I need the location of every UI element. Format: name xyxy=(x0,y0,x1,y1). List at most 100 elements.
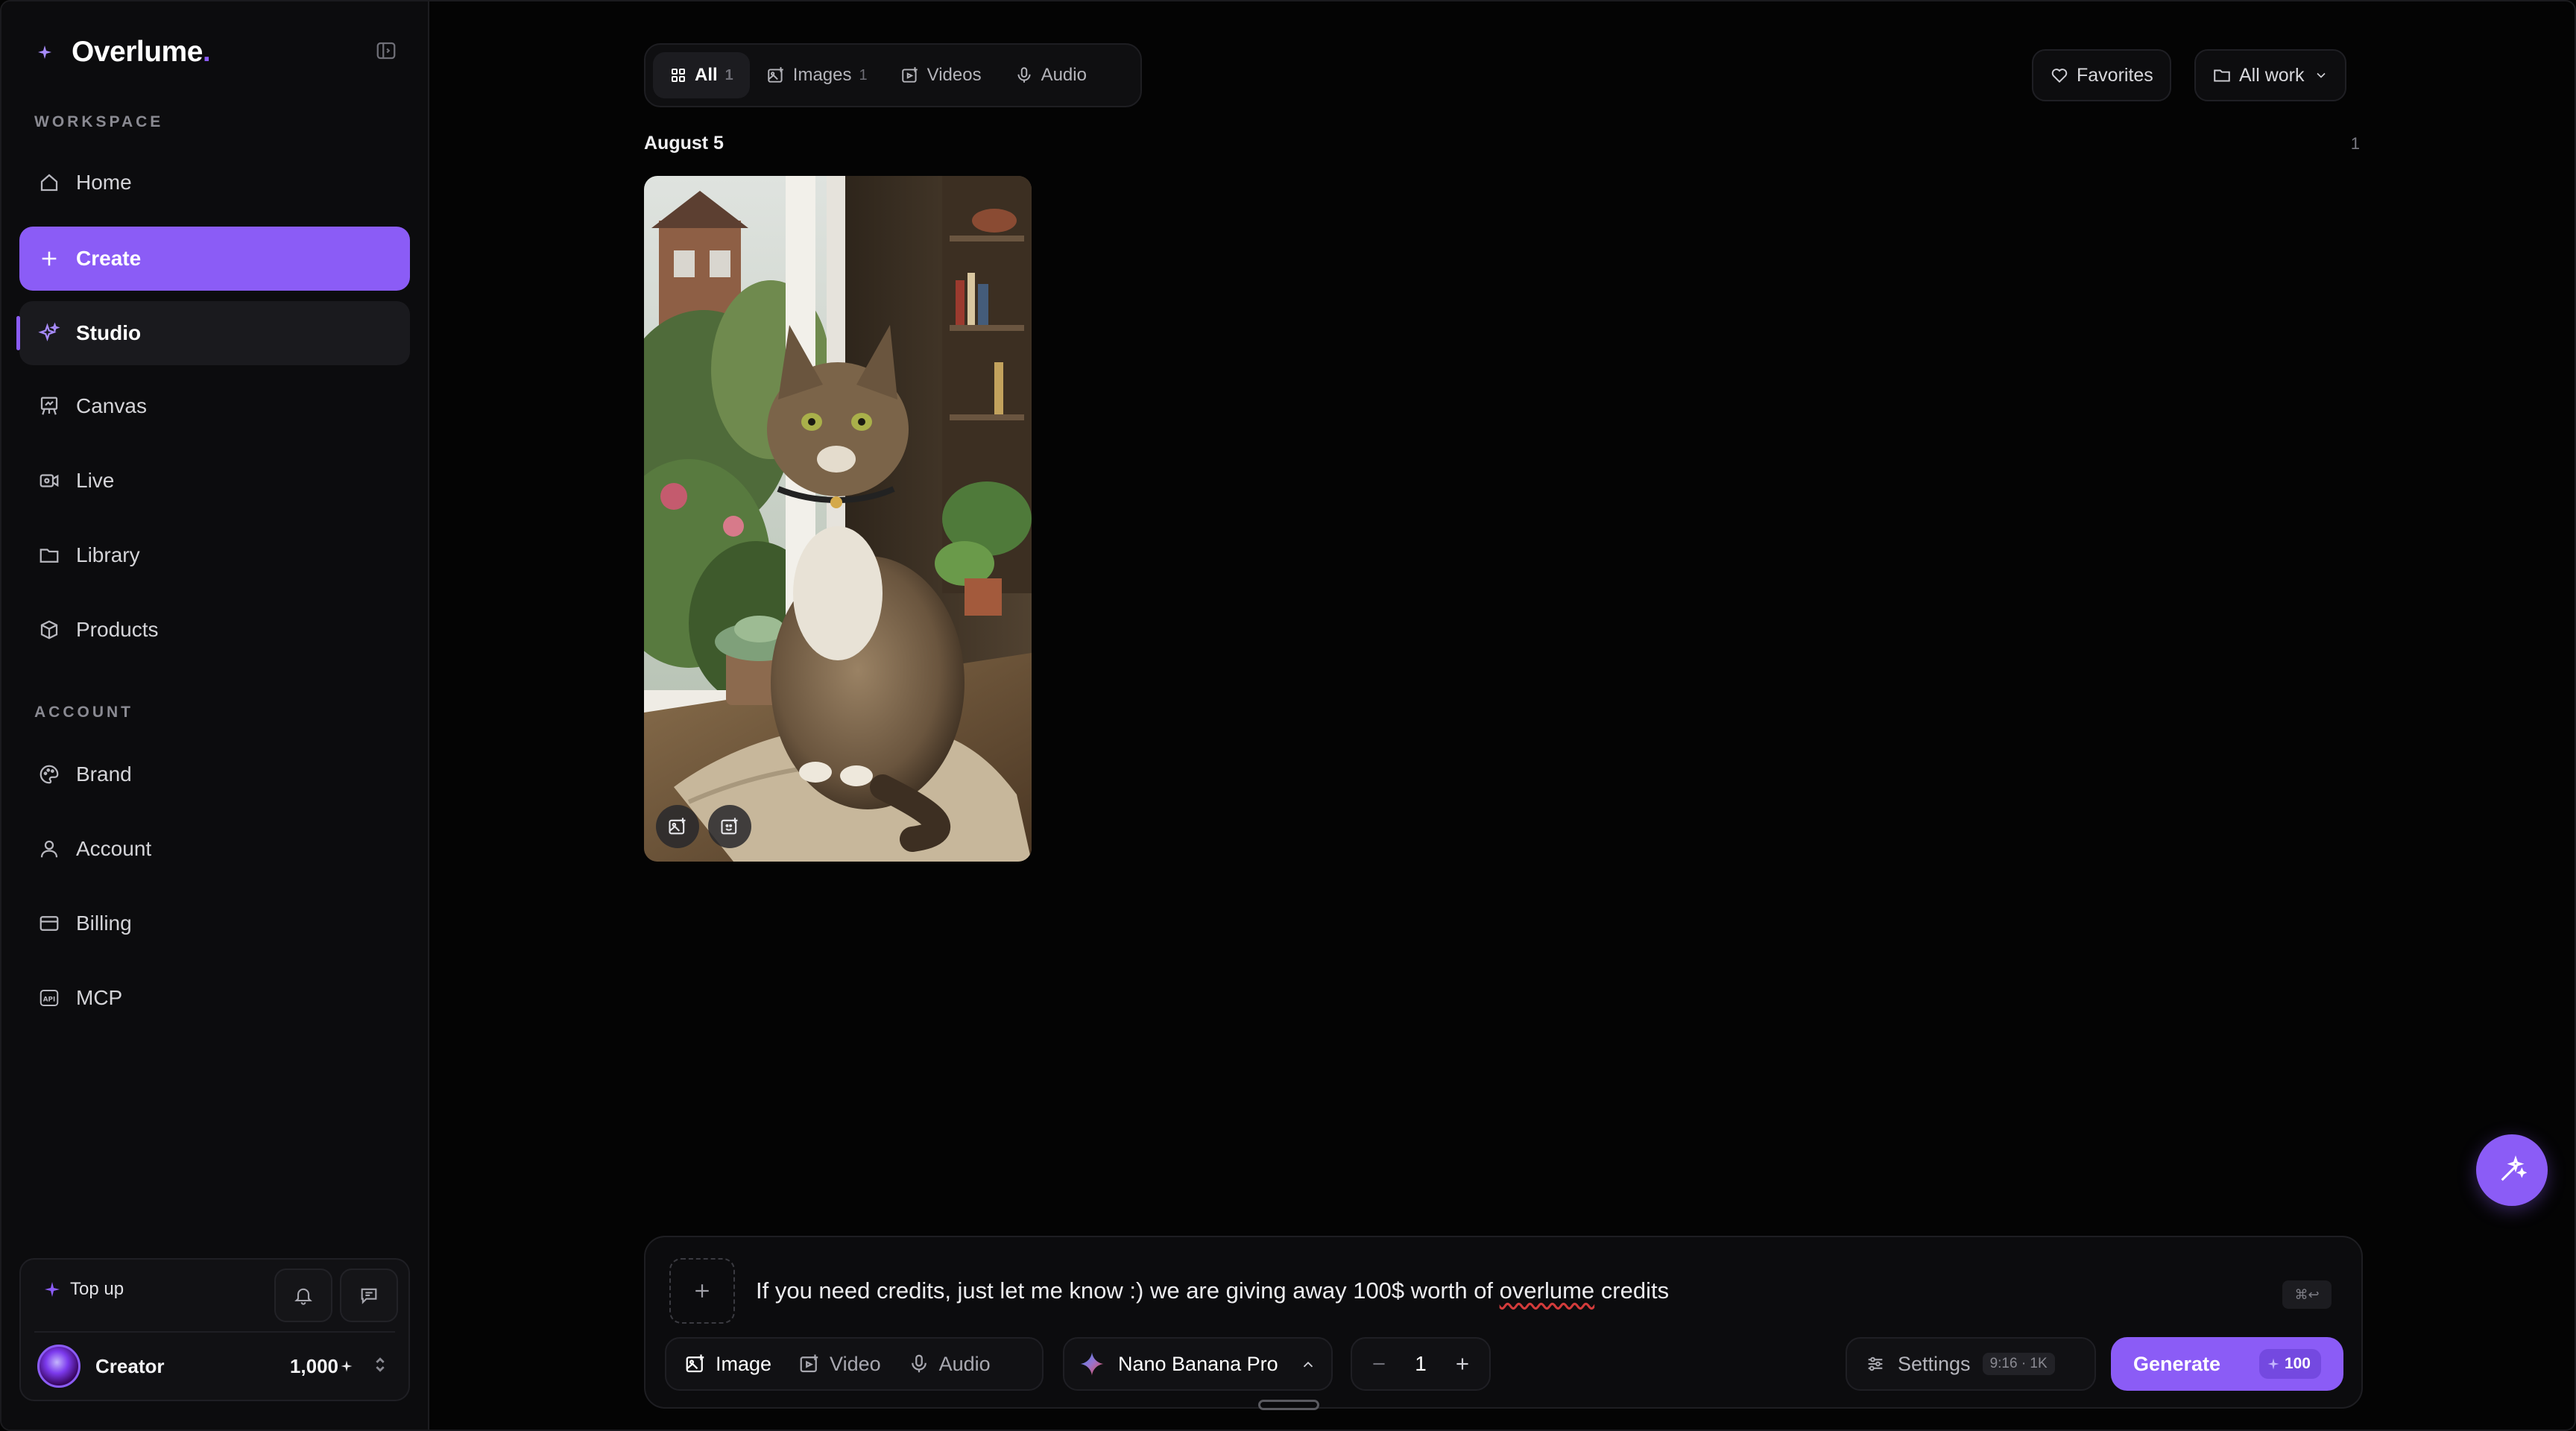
face-image-icon xyxy=(721,818,738,835)
tab-all[interactable]: All 1 xyxy=(653,52,750,98)
mic-icon xyxy=(1017,67,1031,83)
misspelled-word: overlume xyxy=(1499,1277,1595,1304)
tab-label: Videos xyxy=(926,65,982,85)
gallery-image-card[interactable] xyxy=(644,176,1032,862)
sidebar-item-label: Account xyxy=(76,837,152,860)
sidebar-item-products[interactable]: Products xyxy=(19,598,410,662)
divider xyxy=(34,1331,395,1333)
easel-icon xyxy=(36,393,63,420)
settings-label: Settings xyxy=(1898,1352,1971,1375)
tab-label: All xyxy=(695,65,718,85)
sidebar-item-library[interactable]: Library xyxy=(19,523,410,587)
scope-label: All work xyxy=(2239,64,2305,86)
mode-image-button[interactable]: Image xyxy=(671,1342,785,1386)
sidebar-item-label: Library xyxy=(76,543,140,566)
brand-star-icon xyxy=(34,42,55,63)
sidebar-item-create[interactable]: Create xyxy=(19,227,410,291)
sidebar-item-mcp[interactable]: API MCP xyxy=(19,966,410,1030)
sliders-icon xyxy=(1868,1356,1883,1371)
prompt-composer: If you need credits, just let me know :)… xyxy=(644,1236,2363,1409)
plus-icon xyxy=(695,1284,709,1298)
date-group-label: August 5 xyxy=(644,133,724,154)
sidebar: Overlume. WORKSPACE Home Create Studio C… xyxy=(1,1,429,1430)
tab-images[interactable]: Images 1 xyxy=(750,52,884,98)
sidebar-item-brand[interactable]: Brand xyxy=(19,742,410,806)
composer-resize-handle[interactable] xyxy=(1258,1400,1319,1410)
edit-image-button[interactable] xyxy=(656,805,699,848)
sidebar-item-label: Canvas xyxy=(76,394,147,417)
create-variation-button[interactable] xyxy=(708,805,751,848)
card-icon xyxy=(36,910,63,937)
video-icon xyxy=(901,67,918,83)
sidebar-item-live[interactable]: Live xyxy=(19,449,410,513)
svg-text:API: API xyxy=(43,996,55,1003)
brand-dot: . xyxy=(202,36,211,68)
generate-button[interactable]: Generate 100 xyxy=(2111,1337,2343,1391)
prompt-input[interactable]: If you need credits, just let me know :)… xyxy=(756,1277,1669,1304)
top-up-button[interactable]: Top up xyxy=(43,1279,124,1300)
sparkle-icon xyxy=(36,320,63,347)
sidebar-item-home[interactable]: Home xyxy=(19,151,410,215)
sidebar-item-studio[interactable]: Studio xyxy=(16,301,410,365)
grid-icon xyxy=(672,69,685,82)
sparkle-icon xyxy=(45,1282,60,1297)
model-selector[interactable]: Nano Banana Pro xyxy=(1063,1337,1333,1391)
plan-switcher[interactable]: Creator 1,000 xyxy=(34,1337,395,1395)
mode-audio-button[interactable]: Audio xyxy=(894,1342,1004,1386)
tab-audio[interactable]: Audio xyxy=(998,52,1103,98)
generate-label: Generate xyxy=(2133,1352,2221,1375)
app-window: Overlume. WORKSPACE Home Create Studio C… xyxy=(0,0,2576,1431)
scope-dropdown[interactable]: All work xyxy=(2194,49,2346,101)
sidebar-item-label: Products xyxy=(76,618,159,641)
bell-icon xyxy=(294,1288,312,1305)
mode-label: Image xyxy=(716,1352,772,1375)
brand-name: Overlume xyxy=(72,36,203,68)
top-up-label: Top up xyxy=(70,1279,124,1299)
collapse-sidebar-button[interactable] xyxy=(373,37,400,64)
settings-button[interactable]: Settings 9:16 · 1K xyxy=(1846,1337,2096,1391)
assistant-fab-button[interactable] xyxy=(2476,1134,2548,1206)
tab-count: 1 xyxy=(859,66,868,83)
palette-icon xyxy=(36,761,63,788)
generate-cost-badge: 100 xyxy=(2258,1349,2321,1379)
mic-icon xyxy=(911,1354,926,1373)
workspace-section-label: WORKSPACE xyxy=(34,113,164,130)
magic-wand-icon xyxy=(2501,1155,2527,1181)
decrement-button[interactable] xyxy=(1366,1351,1392,1377)
sidebar-item-label: Billing xyxy=(76,912,132,935)
tab-count: 1 xyxy=(724,66,733,83)
model-name: Nano Banana Pro xyxy=(1118,1352,1278,1375)
updown-chevron-icon xyxy=(373,1354,388,1379)
image-edit-icon xyxy=(669,818,686,835)
user-icon xyxy=(36,835,63,862)
sidebar-toggle-icon xyxy=(376,42,396,60)
add-attachment-button[interactable] xyxy=(669,1258,735,1324)
chevron-up-icon xyxy=(1303,1361,1313,1368)
sidebar-item-label: Home xyxy=(76,171,132,194)
heart-icon xyxy=(2051,69,2068,83)
mode-label: Video xyxy=(830,1352,881,1375)
credits-balance: 1,000 xyxy=(290,1355,353,1378)
chevron-down-icon xyxy=(2316,72,2326,78)
feedback-button[interactable] xyxy=(340,1269,398,1322)
tab-videos[interactable]: Videos xyxy=(884,52,998,98)
increment-button[interactable] xyxy=(1449,1351,1476,1377)
home-icon xyxy=(36,169,63,196)
active-indicator xyxy=(16,316,20,350)
sidebar-item-billing[interactable]: Billing xyxy=(19,891,410,955)
account-card: Top up Creator 1,000 xyxy=(19,1258,410,1401)
plus-icon xyxy=(1456,1358,1468,1370)
brand-logo[interactable]: Overlume. xyxy=(34,34,211,70)
notifications-button[interactable] xyxy=(274,1269,332,1322)
favorites-button[interactable]: Favorites xyxy=(2032,49,2171,101)
chat-icon xyxy=(361,1288,377,1304)
generation-mode-group: Image Video Audio xyxy=(665,1337,1044,1391)
api-icon: API xyxy=(36,985,63,1011)
sidebar-item-canvas[interactable]: Canvas xyxy=(19,374,410,438)
sidebar-item-account[interactable]: Account xyxy=(19,817,410,881)
mode-video-button[interactable]: Video xyxy=(785,1342,894,1386)
account-section-label: ACCOUNT xyxy=(34,704,133,721)
sidebar-item-label: MCP xyxy=(76,986,123,1009)
plus-icon xyxy=(36,245,63,272)
sidebar-item-label: Live xyxy=(76,469,115,492)
